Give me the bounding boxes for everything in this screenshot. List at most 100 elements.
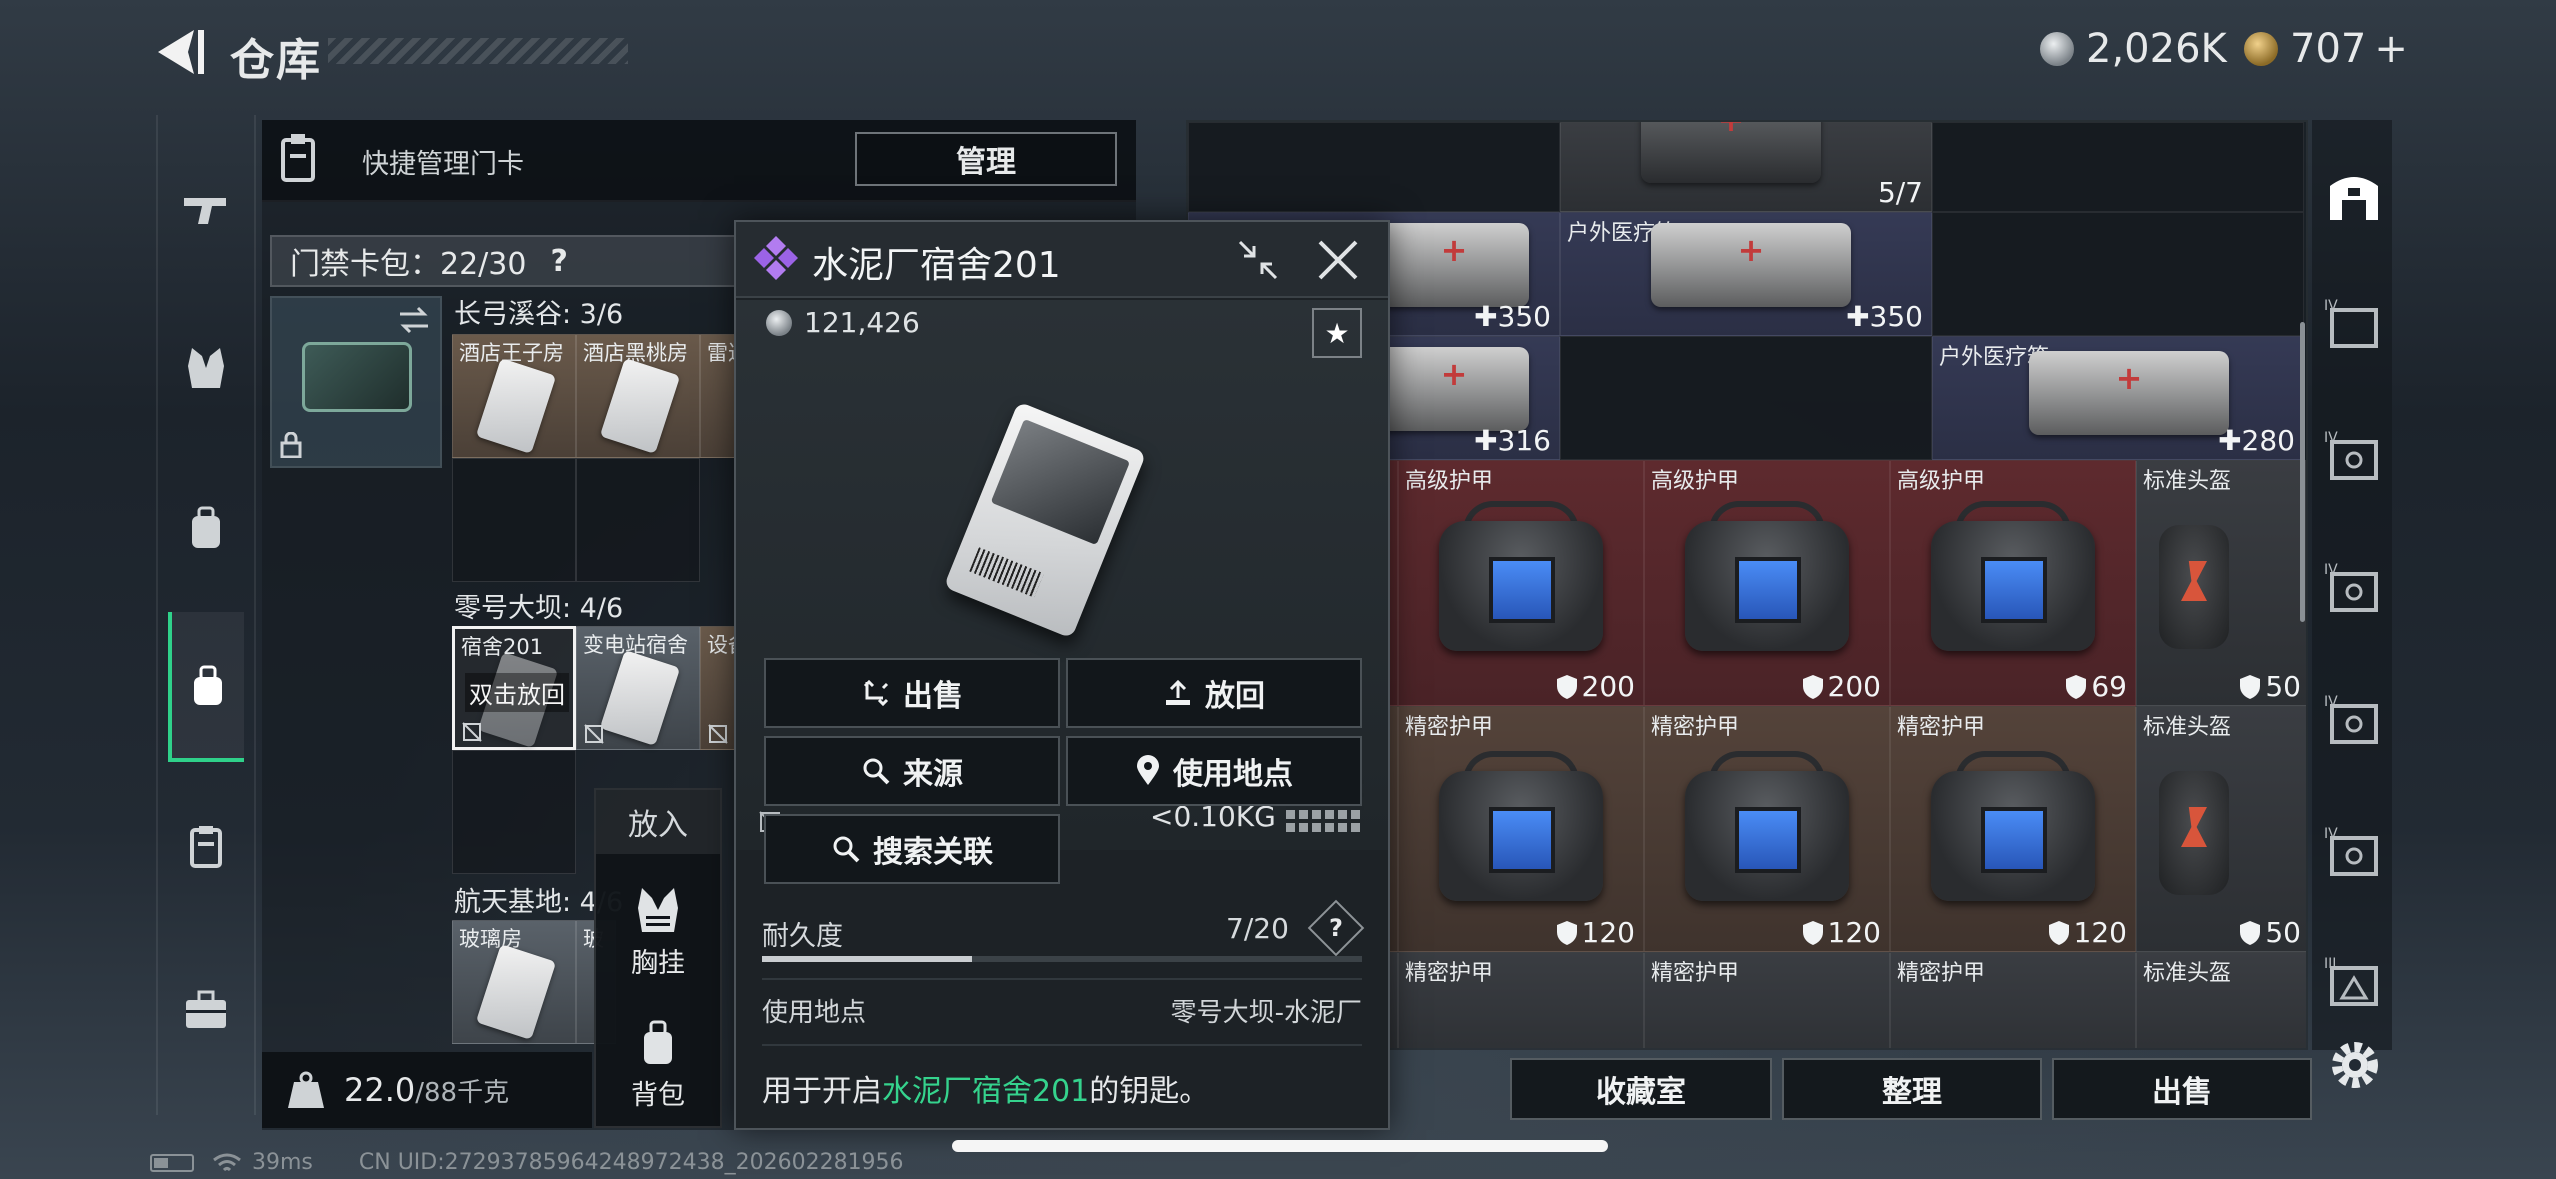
durability-bar <box>762 956 1362 962</box>
storage-tier-4-icon[interactable]: IV <box>2322 424 2386 488</box>
storage-item[interactable]: 高级护甲 200 <box>1398 460 1644 706</box>
shield-icon <box>2048 920 2069 945</box>
star-icon[interactable]: ★ <box>1312 308 1362 358</box>
keycard-cell-selected[interactable]: 宿舍201 双击放回 <box>452 626 576 750</box>
gear-icon[interactable] <box>2326 1036 2384 1094</box>
storage-item[interactable]: 精密护甲 120 <box>1398 706 1644 952</box>
storage-item[interactable]: 高级护甲 200 <box>1644 460 1890 706</box>
shield-icon <box>1556 674 1577 699</box>
storage-item[interactable]: 精密护甲 <box>1398 952 1644 1048</box>
storage-item[interactable]: 标准头盔 50 <box>2136 706 2306 952</box>
home-base-icon[interactable] <box>2322 164 2386 228</box>
item-value: 200 <box>1556 670 1635 703</box>
item-count: 5/7 <box>1877 176 1923 209</box>
storage-item[interactable]: 精密护甲 120 <box>1890 706 2136 952</box>
storage-tier-4-icon[interactable]: IV <box>2322 820 2386 884</box>
map-pin-icon <box>1137 755 1159 785</box>
item-value: ✚ 280 <box>2218 424 2295 457</box>
toolbox-icon[interactable] <box>168 972 244 1048</box>
storage-item[interactable]: 5/7 <box>1560 122 1932 212</box>
quick-manage-label: 快捷管理门卡 <box>362 149 524 180</box>
storage-slot[interactable] <box>1932 212 2304 336</box>
shield-icon <box>2240 674 2261 699</box>
durability-help-icon[interactable]: ? <box>1307 899 1365 957</box>
collection-room-button[interactable]: 收藏室 <box>1510 1058 1772 1120</box>
backpack-icon <box>644 1020 672 1064</box>
double-click-hint: 双击放回 <box>465 673 569 712</box>
storage-tier-4-icon[interactable]: IV <box>2322 292 2386 356</box>
source-button[interactable]: 来源 <box>764 736 1060 806</box>
back-arrow-icon[interactable] <box>150 22 210 82</box>
page-title: 仓库 <box>230 35 322 86</box>
use-location-button[interactable]: 使用地点 <box>1066 736 1362 806</box>
carry-weight: 22.0/88千克 <box>262 1052 592 1128</box>
heal-plus-icon: ✚ <box>2218 424 2242 457</box>
cardpack-label: 门禁卡包：22/30 <box>290 247 527 282</box>
cardpack-help-icon[interactable]: ? <box>550 244 567 279</box>
gun-icon[interactable] <box>168 172 244 248</box>
divider <box>762 1044 1362 1046</box>
search-related-button[interactable]: 搜索关联 <box>764 814 1060 884</box>
armor-image <box>1669 741 1865 911</box>
home-indicator[interactable] <box>952 1140 1608 1152</box>
put-chest-rig-button[interactable]: 胸挂 <box>596 886 720 980</box>
storage-slot[interactable] <box>1188 122 1560 212</box>
storage-item[interactable]: 高级护甲 69 <box>1890 460 2136 706</box>
storage-tier-4-icon[interactable]: IV <box>2322 688 2386 752</box>
storage-tier-4-icon[interactable]: IV <box>2322 556 2386 620</box>
keycard-image <box>599 650 681 746</box>
storage-scrollbar[interactable] <box>2300 322 2305 622</box>
keycard-cell[interactable]: 酒店王子房 <box>452 334 576 458</box>
divider <box>762 978 1362 980</box>
armor-image <box>1423 741 1619 911</box>
storage-item[interactable]: 精密护甲 120 <box>1644 706 1890 952</box>
storage-item[interactable]: 标准头盔 <box>2136 952 2306 1048</box>
sell-all-button[interactable]: 出售 <box>2052 1058 2312 1120</box>
use-location-value: 零号大坝-水泥厂 <box>1170 998 1362 1028</box>
item-value: ✚ 316 <box>1474 424 1551 457</box>
manage-button[interactable]: 管理 <box>855 132 1117 186</box>
vest-icon[interactable] <box>168 330 244 406</box>
helmet-image <box>2159 525 2229 649</box>
storage-item[interactable]: 精密护甲 <box>1890 952 2136 1048</box>
equipped-keycard-slot[interactable] <box>270 296 442 468</box>
empty-slot[interactable] <box>576 458 700 582</box>
collapse-icon[interactable] <box>1236 238 1280 282</box>
storage-item[interactable]: 标准头盔 50 <box>2136 460 2306 706</box>
uid-text: CN UID:27293785964248972438_202602281956 <box>358 1150 904 1175</box>
keycard-cell[interactable]: 变电站宿舍 <box>576 626 700 750</box>
empty-slot[interactable] <box>452 458 576 582</box>
storage-item[interactable]: 户外医疗箱 ✚280 <box>1932 336 2304 460</box>
keycard-cell[interactable]: 玻璃房 <box>452 920 576 1044</box>
shield-icon <box>2240 920 2261 945</box>
put-backpack-button[interactable]: 背包 <box>596 1020 720 1112</box>
armor-image <box>1915 491 2111 661</box>
backpack-icon[interactable] <box>168 490 244 566</box>
armor-image <box>1915 741 2111 911</box>
detail-header: 水泥厂宿舍201 <box>736 222 1388 298</box>
storage-item[interactable]: 精密护甲 <box>1644 952 1890 1048</box>
storage-item[interactable]: 户外医疗箱 ✚350 <box>1560 212 1932 336</box>
put-back-button[interactable]: 放回 <box>1066 658 1362 728</box>
storage-slot[interactable] <box>1560 336 1932 460</box>
storage-tier-3-icon[interactable]: III <box>2322 950 2386 1014</box>
sell-button[interactable]: 出售 <box>764 658 1060 728</box>
close-icon[interactable] <box>1314 236 1362 284</box>
storage-icon[interactable] <box>168 612 244 762</box>
cardpack-capacity[interactable]: 门禁卡包：22/30 ? <box>270 235 740 287</box>
gold-coin-icon <box>2244 32 2278 66</box>
empty-slot[interactable] <box>452 750 576 874</box>
storage-slot[interactable] <box>1932 122 2304 212</box>
item-case-image <box>1641 122 1821 183</box>
shield-icon <box>1802 920 1823 945</box>
shield-icon <box>1802 674 1823 699</box>
medkit-image <box>1379 223 1529 307</box>
group-label-lingdaba: 零号大坝: 4/6 <box>454 593 624 624</box>
keycard-cell[interactable]: 酒店黑桃房 <box>576 334 700 458</box>
gold-currency[interactable]: 707 + <box>2244 24 2408 74</box>
swap-icon[interactable] <box>398 306 430 334</box>
chest-rig-icon <box>638 888 678 932</box>
add-gold-icon[interactable]: + <box>2374 26 2408 72</box>
keycard-icon[interactable] <box>168 808 244 884</box>
organize-button[interactable]: 整理 <box>1782 1058 2042 1120</box>
